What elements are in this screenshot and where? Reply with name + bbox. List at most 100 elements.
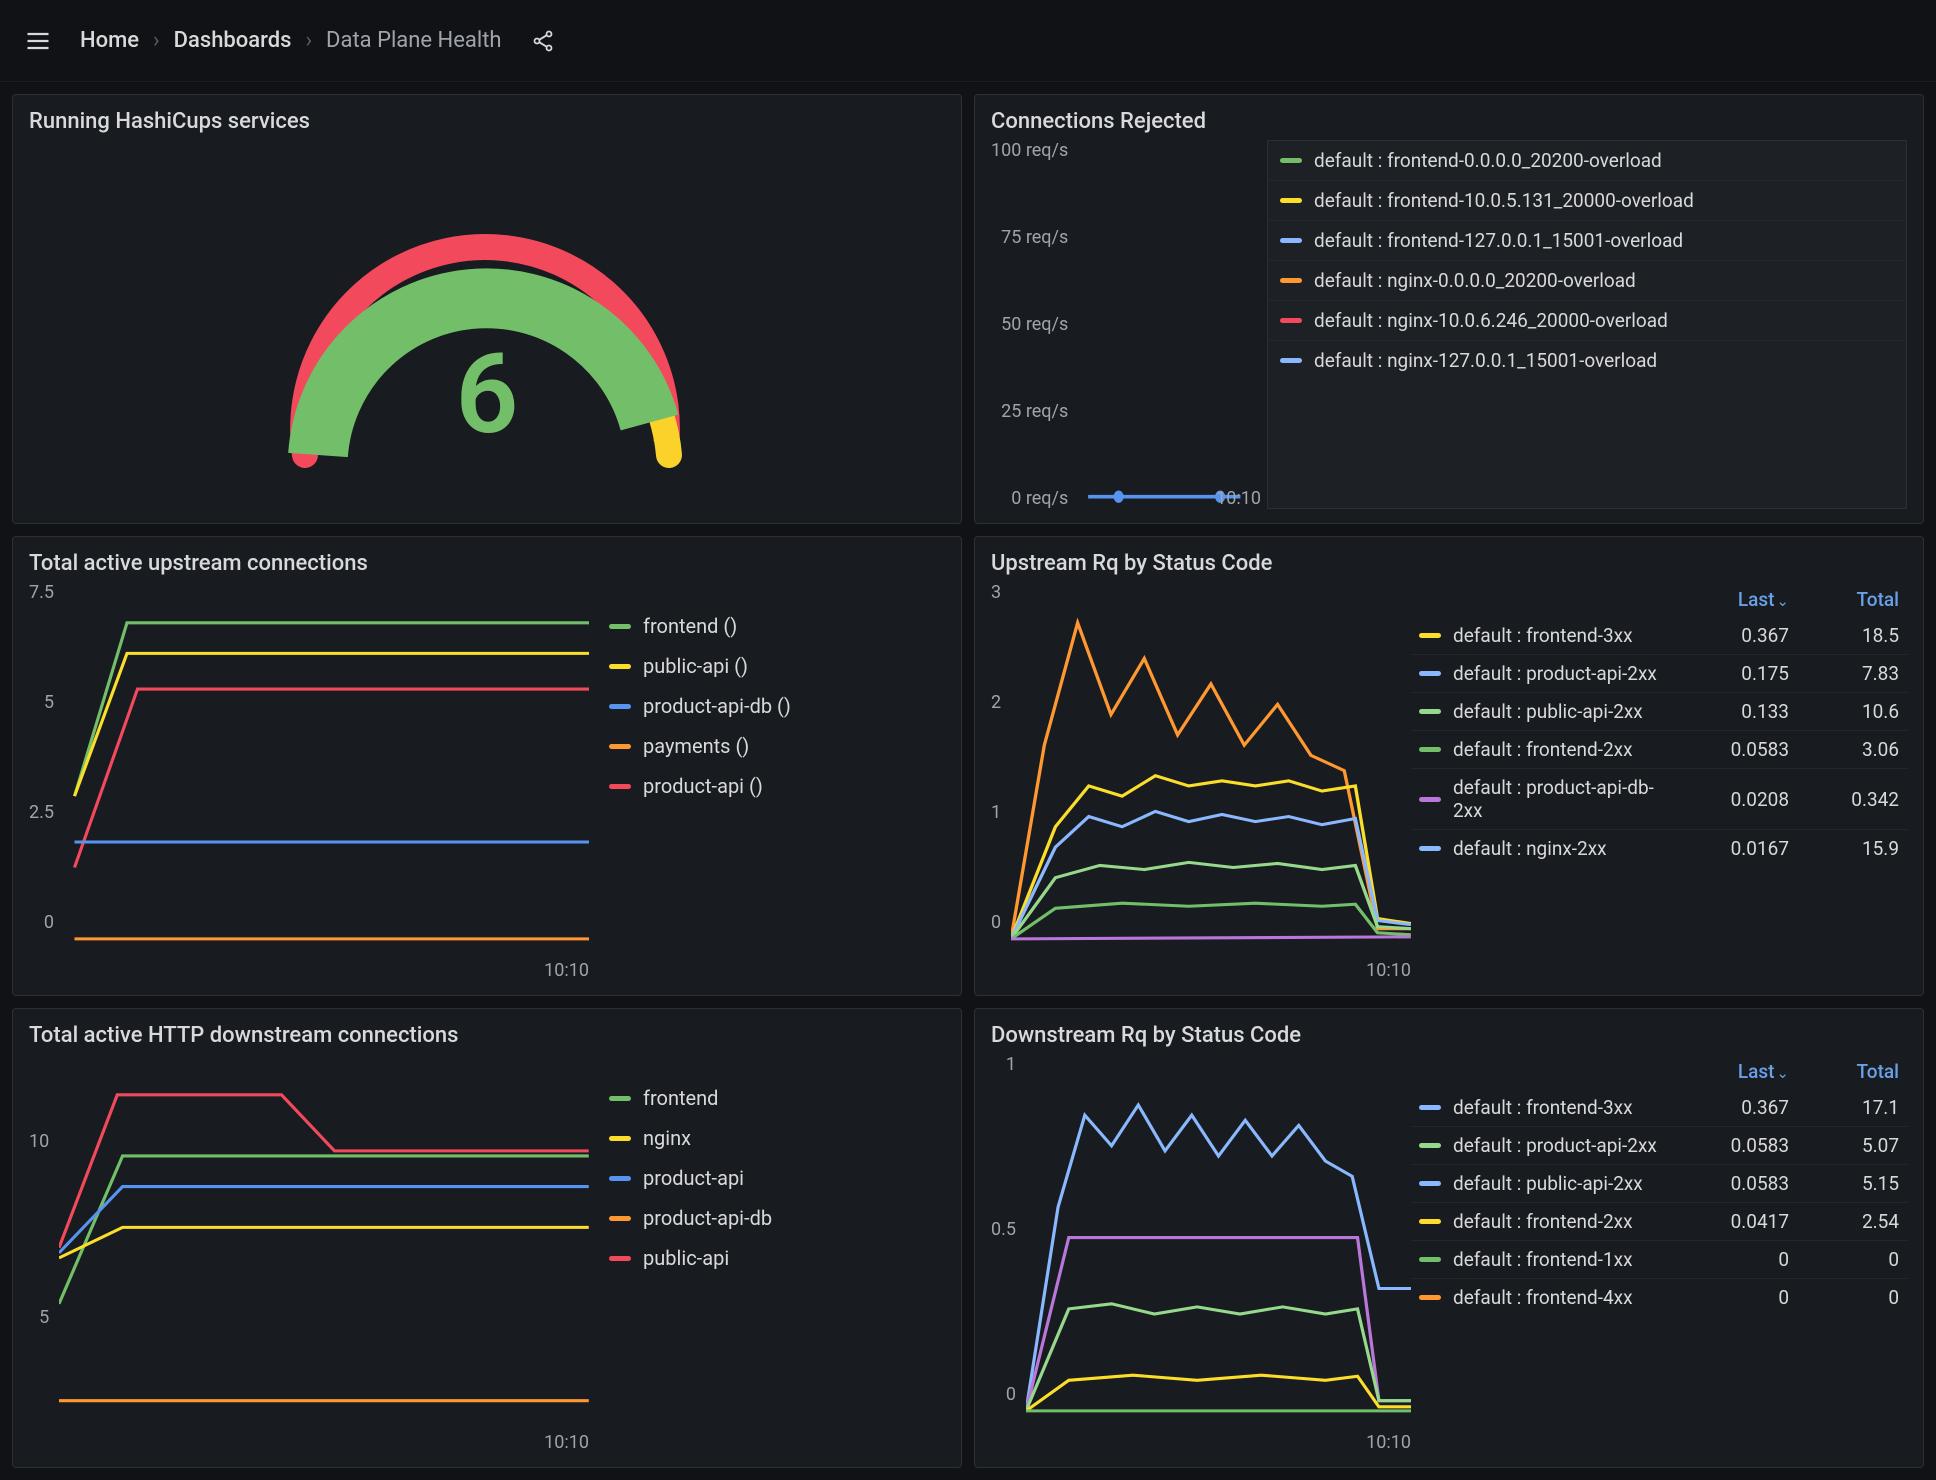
- table-row[interactable]: default : frontend-2xx0.04172.54: [1411, 1203, 1907, 1241]
- series-name: default : product-api-2xx: [1453, 662, 1659, 685]
- last-value: 0.175: [1659, 662, 1789, 685]
- table-row[interactable]: default : frontend-4xx00: [1411, 1279, 1907, 1316]
- legend-item[interactable]: default : frontend-10.0.5.131_20000-over…: [1268, 181, 1906, 221]
- color-swatch: [1419, 709, 1441, 714]
- total-value: 5.07: [1789, 1134, 1899, 1157]
- y-tick: 100 req/s: [991, 140, 1068, 161]
- legend-item[interactable]: default : nginx-10.0.6.246_20000-overloa…: [1268, 301, 1906, 341]
- gauge-chart: 6: [29, 140, 945, 509]
- panel-upstream-rq[interactable]: Upstream Rq by Status Code 3210 10:10: [974, 536, 1924, 996]
- table-header[interactable]: Last⌄ Total: [1411, 1054, 1907, 1089]
- color-swatch: [1419, 1257, 1441, 1262]
- legend[interactable]: frontend nginxproduct-apiproduct-api-dbpu…: [589, 1054, 945, 1453]
- color-swatch: [1419, 1219, 1441, 1224]
- color-swatch: [609, 1216, 631, 1221]
- last-value: 0.0583: [1659, 1134, 1789, 1157]
- legend-table[interactable]: Last⌄ Total default : frontend-3xx0.3671…: [1411, 1054, 1907, 1453]
- table-row[interactable]: default : frontend-3xx0.36718.5: [1411, 617, 1907, 655]
- legend-item[interactable]: default : nginx-0.0.0.0_20200-overload: [1268, 261, 1906, 301]
- legend-item[interactable]: product-api (): [609, 766, 937, 806]
- menu-icon[interactable]: [20, 23, 56, 59]
- legend[interactable]: frontend () public-api () product-api-db (…: [589, 582, 945, 981]
- last-value: 0.133: [1659, 700, 1789, 723]
- plot-area: 10:10: [59, 1054, 589, 1453]
- panel-running-services[interactable]: Running HashiCups services 6: [12, 94, 962, 524]
- series-name: default : frontend-2xx: [1453, 738, 1659, 761]
- table-row[interactable]: default : frontend-3xx0.36717.1: [1411, 1089, 1907, 1127]
- color-swatch: [609, 1256, 631, 1261]
- total-value: 15.9: [1789, 837, 1899, 860]
- legend-item[interactable]: public-api: [609, 1238, 937, 1278]
- top-bar: Home › Dashboards › Data Plane Health: [0, 0, 1936, 82]
- legend-item[interactable]: product-api-db: [609, 1198, 937, 1238]
- y-tick: 2: [991, 692, 1001, 713]
- series-name: default : frontend-1xx: [1453, 1248, 1659, 1271]
- share-icon[interactable]: [526, 24, 560, 58]
- legend-item[interactable]: default : frontend-127.0.0.1_15001-overl…: [1268, 221, 1906, 261]
- series-name: default : frontend-3xx: [1453, 1096, 1659, 1119]
- last-value: 0.0583: [1659, 1172, 1789, 1195]
- panel-downstream-connections[interactable]: Total active HTTP downstream connections…: [12, 1008, 962, 1468]
- legend-item[interactable]: default : frontend-0.0.0.0_20200-overloa…: [1268, 141, 1906, 181]
- total-value: 7.83: [1789, 662, 1899, 685]
- table-row[interactable]: default : product-api-db-2xx0.02080.342: [1411, 769, 1907, 830]
- legend-label: default : frontend-0.0.0.0_20200-overloa…: [1314, 149, 1662, 172]
- table-row[interactable]: default : public-api-2xx0.13310.6: [1411, 693, 1907, 731]
- panel-downstream-rq[interactable]: Downstream Rq by Status Code 10.50 10:10: [974, 1008, 1924, 1468]
- legend-item[interactable]: frontend (): [609, 606, 937, 646]
- legend-item[interactable]: frontend: [609, 1078, 937, 1118]
- legend-label: frontend: [643, 1086, 718, 1110]
- series-name: default : nginx-2xx: [1453, 837, 1659, 860]
- breadcrumb-home[interactable]: Home: [80, 28, 139, 53]
- legend-label: default : nginx-127.0.0.1_15001-overload: [1314, 349, 1657, 372]
- legend-item[interactable]: default : nginx-127.0.0.1_15001-overload: [1268, 341, 1906, 380]
- last-value: 0.0167: [1659, 837, 1789, 860]
- y-tick: 0 req/s: [1011, 488, 1068, 509]
- legend-item[interactable]: payments (): [609, 726, 937, 766]
- total-value: 3.06: [1789, 738, 1899, 761]
- table-row[interactable]: default : product-api-2xx0.1757.83: [1411, 655, 1907, 693]
- table-row[interactable]: default : product-api-2xx0.05835.07: [1411, 1127, 1907, 1165]
- legend-label: payments (): [643, 734, 749, 758]
- table-header[interactable]: Last⌄ Total: [1411, 582, 1907, 617]
- table-row[interactable]: default : nginx-2xx0.016715.9: [1411, 830, 1907, 867]
- last-value: 0.367: [1659, 624, 1789, 647]
- legend-label: frontend (): [643, 614, 737, 638]
- y-tick: 0: [991, 912, 1001, 933]
- legend-item[interactable]: public-api (): [609, 646, 937, 686]
- color-swatch: [1280, 198, 1302, 203]
- table-row[interactable]: default : frontend-1xx00: [1411, 1241, 1907, 1279]
- legend-table[interactable]: Last⌄ Total default : frontend-3xx0.3671…: [1411, 582, 1907, 981]
- legend-item[interactable]: nginx: [609, 1118, 937, 1158]
- chevron-right-icon: ›: [153, 28, 160, 53]
- total-value: 0: [1789, 1286, 1899, 1309]
- last-value: 0: [1659, 1248, 1789, 1271]
- panel-connections-rejected[interactable]: Connections Rejected 100 req/s75 req/s50…: [974, 94, 1924, 524]
- y-tick: 7.5: [29, 582, 54, 603]
- table-row[interactable]: default : public-api-2xx0.05835.15: [1411, 1165, 1907, 1203]
- y-axis: 100 req/s75 req/s50 req/s25 req/s0 req/s: [991, 140, 1078, 509]
- y-tick: 3: [991, 582, 1001, 603]
- legend-label: public-api (): [643, 654, 748, 678]
- legend[interactable]: default : frontend-0.0.0.0_20200-overloa…: [1267, 140, 1907, 509]
- total-value: 18.5: [1789, 624, 1899, 647]
- legend-item[interactable]: product-api-db (): [609, 686, 937, 726]
- y-axis: 10.50: [991, 1054, 1026, 1405]
- color-swatch: [609, 1096, 631, 1101]
- gauge-value: 6: [456, 330, 519, 459]
- panel-title: Connections Rejected: [991, 109, 1907, 134]
- color-swatch: [1419, 671, 1441, 676]
- panel-upstream-connections[interactable]: Total active upstream connections 7.552.…: [12, 536, 962, 996]
- color-swatch: [1419, 846, 1441, 851]
- last-value: 0.0583: [1659, 738, 1789, 761]
- breadcrumb-dashboards[interactable]: Dashboards: [174, 28, 292, 53]
- panel-title: Total active upstream connections: [29, 551, 945, 576]
- color-swatch: [609, 784, 631, 789]
- legend-label: default : nginx-0.0.0.0_20200-overload: [1314, 269, 1636, 292]
- color-swatch: [1419, 1105, 1441, 1110]
- table-row[interactable]: default : frontend-2xx0.05833.06: [1411, 731, 1907, 769]
- last-value: 0.367: [1659, 1096, 1789, 1119]
- legend-item[interactable]: product-api: [609, 1158, 937, 1198]
- chevron-down-icon: ⌄: [1776, 1064, 1789, 1082]
- color-swatch: [1280, 278, 1302, 283]
